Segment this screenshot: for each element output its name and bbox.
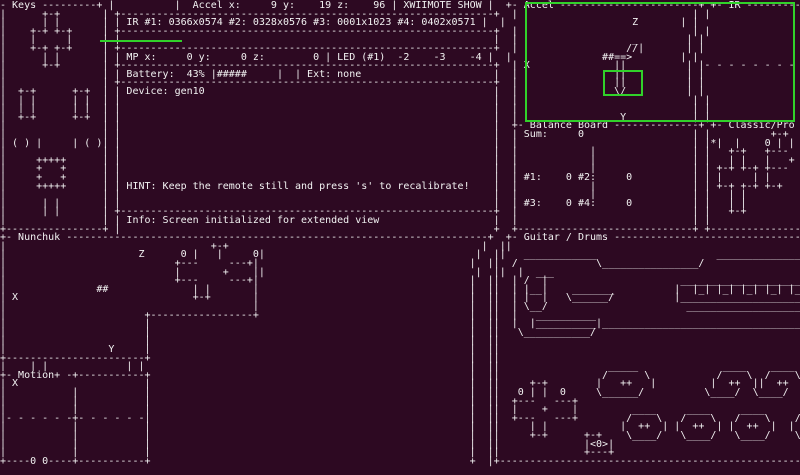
terminal-window: - Keys ---------+ | | Accel x: 9 y: 19 z…: [0, 0, 800, 475]
ir-dot-highlight: [603, 70, 643, 96]
ir-highlight-underline: [100, 40, 182, 42]
ir-panel-highlight: [525, 2, 795, 122]
terminal-row: +----0 0----+-----------+ + |+----------…: [0, 455, 800, 467]
